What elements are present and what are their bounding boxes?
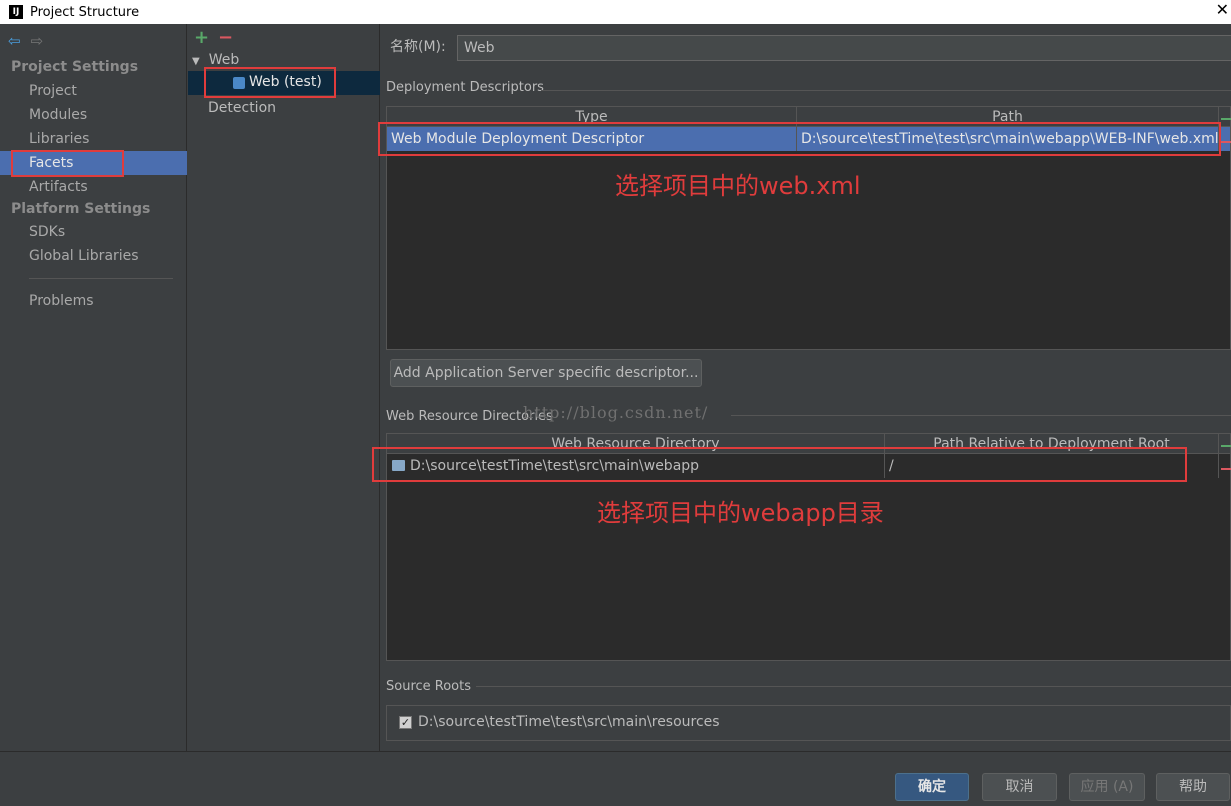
nav-arrows: ⇦ ⇨ xyxy=(8,32,43,50)
forward-arrow-icon[interactable]: ⇨ xyxy=(31,32,44,50)
name-input[interactable]: Web xyxy=(457,35,1231,61)
facets-tree: + − ▼ Web Web (test) Detection xyxy=(188,24,380,751)
title-bar: IJ Project Structure ✕ xyxy=(0,0,1231,24)
nav-item-artifacts[interactable]: Artifacts xyxy=(0,175,187,199)
expand-arrow-icon[interactable]: ▼ xyxy=(192,56,200,67)
section-divider xyxy=(541,90,1231,91)
remove-resource-icon[interactable] xyxy=(1221,468,1231,470)
tree-node-web[interactable]: ▼ Web xyxy=(192,52,239,68)
annotation-box-descriptor xyxy=(378,122,1221,156)
name-label: 名称(M): xyxy=(390,39,446,55)
cancel-button[interactable]: 取消 xyxy=(982,773,1057,801)
settings-nav: ⇦ ⇨ Project Settings Project Modules Lib… xyxy=(0,24,187,751)
source-roots-title: Source Roots xyxy=(386,679,472,694)
project-settings-header: Project Settings xyxy=(11,59,139,75)
source-root-checkbox[interactable]: ✓ xyxy=(399,716,412,729)
add-resource-icon[interactable] xyxy=(1221,445,1231,447)
source-roots-list: ✓ D:\source\testTime\test\src\main\resou… xyxy=(386,705,1231,741)
annotation-webapp: 选择项目中的webapp目录 xyxy=(597,499,884,527)
deployment-descriptors-title: Deployment Descriptors xyxy=(386,80,544,95)
section-divider xyxy=(731,415,1231,416)
remove-descriptor-icon[interactable] xyxy=(1221,141,1231,143)
help-button[interactable]: 帮助 xyxy=(1156,773,1230,801)
platform-settings-header: Platform Settings xyxy=(11,201,151,217)
nav-item-problems[interactable]: Problems xyxy=(0,289,187,313)
close-icon[interactable]: ✕ xyxy=(1216,0,1229,19)
nav-divider xyxy=(29,278,173,279)
back-arrow-icon[interactable]: ⇦ xyxy=(8,32,21,50)
add-facet-icon[interactable]: + xyxy=(194,27,209,48)
annotation-webxml: 选择项目中的web.xml xyxy=(615,172,861,200)
apply-button[interactable]: 应用 (A) xyxy=(1069,773,1145,801)
add-server-descriptor-button[interactable]: Add Application Server specific descript… xyxy=(390,359,702,387)
annotation-box-web-test xyxy=(204,67,336,98)
nav-item-sdks[interactable]: SDKs xyxy=(0,220,187,244)
nav-item-project[interactable]: Project xyxy=(0,79,187,103)
annotation-box-webapp xyxy=(372,447,1187,482)
window-title: Project Structure xyxy=(30,4,140,20)
watermark: http://blog.csdn.net/ xyxy=(523,403,709,422)
nav-item-libraries[interactable]: Libraries xyxy=(0,127,187,151)
annotation-box-facets xyxy=(11,150,124,177)
tree-node-web-label: Web xyxy=(208,52,240,68)
ok-button[interactable]: 确定 xyxy=(895,773,969,801)
tree-node-detection[interactable]: Detection xyxy=(208,100,276,116)
nav-item-global-libraries[interactable]: Global Libraries xyxy=(0,244,187,268)
source-root-path: D:\source\testTime\test\src\main\resourc… xyxy=(418,714,720,730)
section-divider xyxy=(476,686,1231,687)
remove-facet-icon[interactable]: − xyxy=(218,27,233,48)
nav-item-modules[interactable]: Modules xyxy=(0,103,187,127)
add-descriptor-icon[interactable] xyxy=(1221,118,1231,120)
intellij-icon: IJ xyxy=(9,5,23,19)
dialog-footer: 确定 取消 应用 (A) 帮助 xyxy=(0,751,1231,806)
